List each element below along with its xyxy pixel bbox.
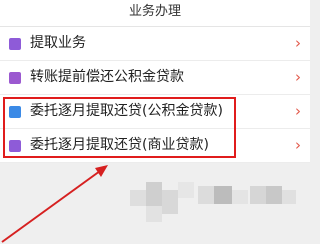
annotation-arrow bbox=[1, 165, 108, 243]
